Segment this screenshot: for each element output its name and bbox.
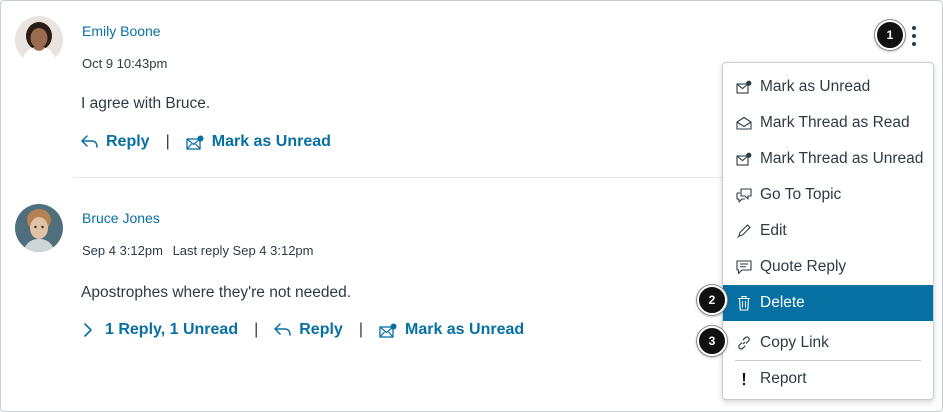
menu-item-label: Copy Link xyxy=(760,334,829,351)
menu-item-go-to-topic[interactable]: Go To Topic xyxy=(723,177,933,213)
action-separator: | xyxy=(254,321,259,338)
chevron-right-icon xyxy=(84,323,92,337)
pencil-icon xyxy=(736,223,752,239)
menu-item-mark-thread-unread[interactable]: Mark Thread as Unread xyxy=(723,141,933,177)
mark-as-unread-label: Mark as Unread xyxy=(404,321,525,338)
menu-item-edit[interactable]: Edit xyxy=(723,213,933,249)
envelope-dot-icon xyxy=(736,79,752,95)
envelope-dot-icon xyxy=(736,151,752,167)
reply-button[interactable]: Reply xyxy=(274,321,343,339)
post-message: I agree with Bruce. xyxy=(81,95,211,112)
menu-item-label: Delete xyxy=(760,294,805,311)
avatar[interactable] xyxy=(15,16,63,64)
discussion-icon xyxy=(736,187,752,203)
author-name[interactable]: Bruce Jones xyxy=(82,210,160,226)
reply-button[interactable]: Reply xyxy=(81,133,150,151)
kebab-dot xyxy=(912,34,916,38)
menu-item-delete[interactable]: Delete xyxy=(723,285,933,321)
envelope-dot-icon xyxy=(379,323,397,338)
menu-item-label: Mark Thread as Read xyxy=(760,114,910,131)
exclamation-icon xyxy=(736,371,752,387)
post-date-text: Oct 9 10:43pm xyxy=(82,56,168,71)
entry-actions: Reply | Mark as Unread xyxy=(81,133,331,151)
link-icon xyxy=(736,335,752,351)
callout-marker: 1 xyxy=(875,20,905,50)
kebab-dot xyxy=(912,26,916,30)
menu-item-quote-reply[interactable]: Quote Reply xyxy=(723,249,933,285)
options-menu: Mark as Unread Mark Thread as Read Mark … xyxy=(722,62,934,400)
mark-as-unread-button[interactable]: Mark as Unread xyxy=(379,321,524,339)
last-reply-text: Last reply Sep 4 3:12pm xyxy=(172,243,314,258)
reply-arrow-icon xyxy=(81,135,98,148)
menu-item-label: Go To Topic xyxy=(760,186,842,203)
menu-item-label: Quote Reply xyxy=(760,258,847,275)
envelope-open-icon xyxy=(736,115,752,131)
author-name[interactable]: Emily Boone xyxy=(82,23,161,39)
post-message: Apostrophes where they're not needed. xyxy=(81,284,352,301)
discussion-frame: Emily Boone Oct 9 10:43pm I agree with B… xyxy=(0,0,943,412)
entry-divider xyxy=(73,177,723,178)
callout-marker: 2 xyxy=(697,285,727,315)
envelope-dot-icon xyxy=(186,135,204,150)
menu-item-label: Edit xyxy=(760,222,787,239)
more-options-button[interactable] xyxy=(907,26,921,46)
menu-item-label: Mark Thread as Unread xyxy=(760,150,924,167)
menu-item-mark-as-unread[interactable]: Mark as Unread xyxy=(723,69,933,105)
menu-item-mark-thread-read[interactable]: Mark Thread as Read xyxy=(723,105,933,141)
action-separator: | xyxy=(165,133,170,150)
entry-actions: 1 Reply, 1 Unread | Reply | Mark as Unre… xyxy=(81,321,524,339)
post-date: Oct 9 10:43pm xyxy=(82,56,173,71)
menu-item-label: Mark as Unread xyxy=(760,78,871,95)
trash-icon xyxy=(736,295,752,311)
reply-arrow-icon xyxy=(274,323,291,336)
callout-marker: 3 xyxy=(697,326,727,356)
quote-icon xyxy=(736,259,752,275)
mark-as-unread-label: Mark as Unread xyxy=(211,133,331,150)
post-date-text: Sep 4 3:12pm xyxy=(82,243,163,258)
expand-replies-button[interactable]: 1 Reply, 1 Unread xyxy=(81,321,238,339)
menu-item-label: Report xyxy=(760,370,807,387)
menu-item-copy-link[interactable]: Copy Link xyxy=(723,325,933,361)
reply-label: Reply xyxy=(299,321,343,338)
mark-as-unread-button[interactable]: Mark as Unread xyxy=(186,133,331,151)
action-separator: | xyxy=(358,321,363,338)
avatar[interactable] xyxy=(15,204,63,252)
reply-label: Reply xyxy=(106,133,150,150)
menu-item-report[interactable]: Report xyxy=(723,361,933,397)
kebab-dot xyxy=(912,42,916,46)
post-date: Sep 4 3:12pm Last reply Sep 4 3:12pm xyxy=(82,243,320,258)
replies-count-label: 1 Reply, 1 Unread xyxy=(105,321,239,338)
